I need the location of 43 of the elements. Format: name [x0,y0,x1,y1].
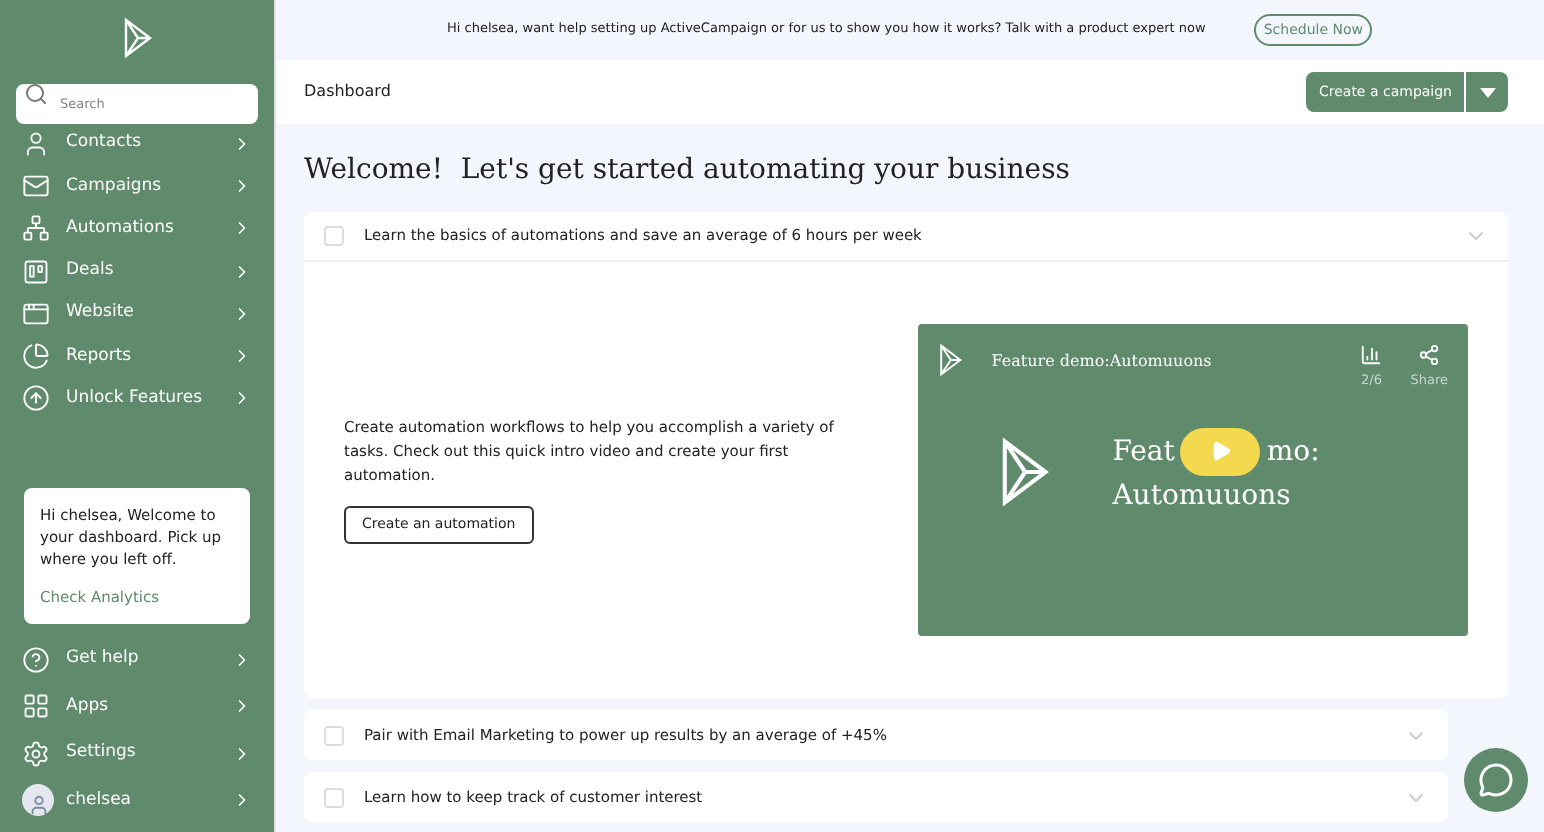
nav-item[interactable]: Automations [0,207,274,250]
play-icon [1209,440,1232,463]
search-icon [24,82,48,106]
nav-item[interactable]: Get help [0,638,274,681]
video-big-title: Automuuons [1112,477,1293,516]
share-icon[interactable] [1418,344,1441,366]
nav-item[interactable]: Website [0,292,274,335]
play-button[interactable] [1180,427,1261,476]
nav-item[interactable]: chelsea [0,779,274,822]
checkbox[interactable] [324,787,344,807]
window-icon [22,299,50,328]
checkbox[interactable] [324,226,344,246]
chat-icon [1478,762,1514,798]
arrow-up-circle-icon [22,384,50,413]
pie-chart-icon [22,342,50,371]
checkbox[interactable] [324,725,344,745]
avatar-icon [22,784,54,817]
caret-icon [1479,87,1495,97]
logo-icon [998,437,1053,506]
nav-item[interactable]: Contacts [0,122,274,165]
chart-icon[interactable] [1360,344,1383,366]
logo-icon [938,344,964,376]
nav-item[interactable]: Reports [0,334,274,378]
flow-icon [22,214,50,243]
nav-item[interactable]: Settings [0,732,274,775]
user-icon [22,129,50,158]
apps-icon [22,692,50,721]
dropdown-button[interactable] [1466,72,1508,112]
board-icon [22,257,50,286]
video-title: Feature demo:Automuuons [991,350,1214,374]
settings-icon [22,739,50,768]
video-big-title: Feat [1112,433,1175,472]
mail-icon [22,171,50,200]
page-title: Dashboard [304,80,391,104]
nav-item[interactable]: Campaigns [0,164,274,208]
nav-item[interactable]: Unlock Features [0,377,274,421]
chat-button[interactable] [1464,748,1528,812]
logo-icon [121,18,153,58]
page-heading: Welcome! Let's get started automating your business [304,152,1072,190]
nav-item[interactable]: Apps [0,685,274,728]
video-big-title: mo: [1266,433,1320,472]
help-icon [22,645,50,674]
nav-item[interactable]: Deals [0,249,274,293]
